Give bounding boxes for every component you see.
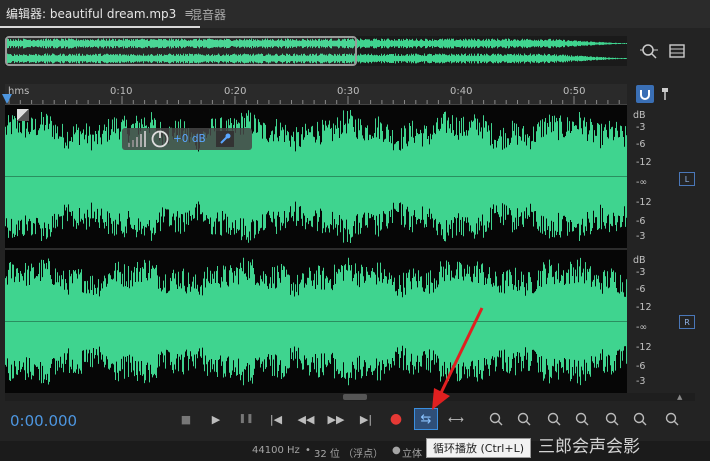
rewind-icon[interactable]: ◀◀ xyxy=(294,408,318,430)
zoom-in-left-icon[interactable] xyxy=(628,408,652,430)
scroll-up-icon[interactable]: ▲ xyxy=(677,393,687,401)
amplitude-scale-label: -6 xyxy=(636,216,646,227)
status-sample-rate: 44100 Hz xyxy=(252,445,300,456)
amplitude-scale-right xyxy=(627,250,675,393)
level-meter-icon xyxy=(128,131,146,147)
status-channels: 立体 xyxy=(402,449,422,460)
amplitude-scale-label: -3 xyxy=(636,231,646,242)
waveform-right-graphic xyxy=(5,257,627,386)
zoom-in-right-icon[interactable] xyxy=(660,408,684,430)
spectral-display-icon[interactable] xyxy=(666,40,688,62)
tab-editor[interactable]: 编辑器: beautiful dream.mp3 ≡ xyxy=(0,0,200,28)
zoom-navigator-icon[interactable] xyxy=(638,40,660,62)
hud-volume-control[interactable]: +0 dB xyxy=(122,128,252,150)
pin-hud-icon[interactable] xyxy=(214,129,236,149)
marker-pin-icon[interactable] xyxy=(658,85,672,103)
waveform-channel-right[interactable] xyxy=(5,250,627,393)
watermark-text: 三郎会声会影 xyxy=(538,437,640,457)
amplitude-scale-label: -∞ xyxy=(636,177,648,188)
waveform-channel-left[interactable] xyxy=(5,105,627,248)
overview-visible-range[interactable] xyxy=(5,36,357,66)
amplitude-scale-label: -12 xyxy=(636,197,652,208)
snap-magnet-icon[interactable] xyxy=(636,85,654,103)
loop-tooltip: 循环播放 (Ctrl+L) xyxy=(426,438,531,458)
channel-badge-right[interactable]: R xyxy=(679,315,695,329)
display-toggle-icon[interactable] xyxy=(17,109,29,121)
status-bit-depth-separator: • xyxy=(305,445,311,456)
record-icon[interactable]: ● xyxy=(384,408,408,430)
channel-divider xyxy=(5,248,627,250)
amplitude-scale-label: -3 xyxy=(636,267,646,278)
play-icon[interactable]: ▶ xyxy=(204,408,228,430)
zoom-out-amplitude-icon[interactable] xyxy=(512,408,536,430)
zoom-full-icon[interactable] xyxy=(600,408,624,430)
channel-badge-left[interactable]: L xyxy=(679,172,695,186)
amplitude-scale-label: dB xyxy=(633,255,646,266)
amplitude-scale-label: -6 xyxy=(636,284,646,295)
waveform-left-graphic xyxy=(5,110,627,243)
pause-icon[interactable]: ❚❚ xyxy=(234,408,258,430)
volume-knob-icon[interactable] xyxy=(150,129,170,149)
scrollbar-thumb[interactable] xyxy=(343,394,367,400)
go-to-end-icon[interactable]: ▶| xyxy=(354,408,378,430)
status-bit-depth: 32 位 （浮点） xyxy=(314,449,384,460)
playhead-marker[interactable] xyxy=(2,94,12,104)
annotation-arrow xyxy=(432,307,484,410)
stop-icon[interactable]: ■ xyxy=(174,408,198,430)
amplitude-scale-label: -12 xyxy=(636,342,652,353)
amplitude-scale-left xyxy=(627,105,675,248)
tab-editor-label: 编辑器: beautiful dream.mp3 xyxy=(6,6,177,21)
zoom-out-time-icon[interactable] xyxy=(570,408,594,430)
amplitude-scale-label: -3 xyxy=(636,122,646,133)
go-to-start-icon[interactable]: |◀ xyxy=(264,408,288,430)
amplitude-scale-label: -∞ xyxy=(636,322,648,333)
fast-forward-icon[interactable]: ▶▶ xyxy=(324,408,348,430)
zoom-in-time-icon[interactable] xyxy=(542,408,566,430)
status-channels-dot: ● xyxy=(392,445,401,456)
amplitude-scale-label: -12 xyxy=(636,302,652,313)
volume-value[interactable]: +0 dB xyxy=(173,133,206,145)
amplitude-scale-label: -6 xyxy=(636,139,646,150)
amplitude-scale-label: -6 xyxy=(636,361,646,372)
tab-mixer[interactable]: 混音器 xyxy=(190,0,226,28)
amplitude-scale-label: -12 xyxy=(636,157,652,168)
timecode-display[interactable]: 0:00.000 xyxy=(10,412,77,430)
ruler-ticks xyxy=(8,96,620,104)
amplitude-scale-label: -3 xyxy=(636,376,646,387)
amplitude-scale-label: dB xyxy=(633,110,646,121)
